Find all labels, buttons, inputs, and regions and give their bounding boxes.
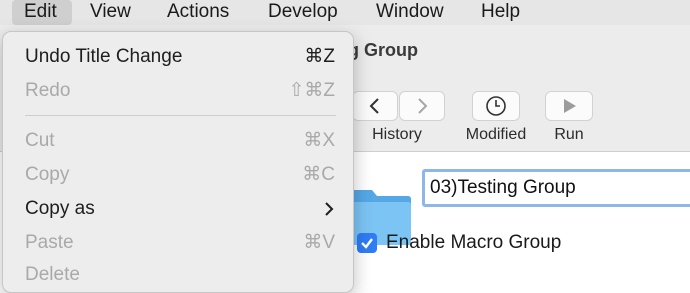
history-label: History <box>372 126 422 143</box>
menu-item-label: Copy <box>25 164 70 185</box>
modified-label: Modified <box>465 126 527 143</box>
play-icon <box>564 99 576 113</box>
menu-item-undo-title-change[interactable]: Undo Title Change ⌘Z <box>3 40 353 74</box>
chevron-left-icon <box>369 98 379 114</box>
edit-menu-dropdown: Undo Title Change ⌘Z Redo ⇧⌘Z Cut ⌘X Cop… <box>2 31 354 293</box>
menu-edit-label: Edit <box>24 1 57 22</box>
menu-item-label: Redo <box>25 80 71 101</box>
history-back-button[interactable] <box>352 91 398 121</box>
run-button[interactable] <box>545 91 593 121</box>
menu-item-shortcut: ⌘X <box>303 130 335 151</box>
menu-develop[interactable]: Develop <box>268 0 338 25</box>
enable-macro-group-label: Enable Macro Group <box>386 232 562 253</box>
menu-item-label: Paste <box>25 232 74 253</box>
checkmark-icon <box>361 238 373 249</box>
menu-item-label: Delete <box>25 264 80 285</box>
menu-item-shortcut: ⇧⌘Z <box>288 80 335 101</box>
menu-help[interactable]: Help <box>481 0 520 25</box>
chevron-right-icon <box>418 98 428 114</box>
menu-actions[interactable]: Actions <box>167 0 229 25</box>
run-label: Run <box>554 126 584 143</box>
menu-item-copy-as[interactable]: Copy as <box>3 192 353 226</box>
menu-item-label: Copy as <box>25 198 95 219</box>
menu-item-copy: Copy ⌘C <box>3 158 353 192</box>
menu-item-delete: Delete <box>3 258 353 292</box>
modified-button[interactable] <box>472 91 520 121</box>
menu-edit[interactable]: Edit <box>12 0 72 25</box>
menu-item-cut: Cut ⌘X <box>3 124 353 158</box>
group-name-input[interactable]: 03)Testing Group <box>422 169 690 207</box>
menu-separator <box>25 115 336 116</box>
menu-item-shortcut: ⌘V <box>303 232 335 253</box>
menu-item-redo: Redo ⇧⌘Z <box>3 74 353 108</box>
submenu-chevron-icon <box>325 202 334 216</box>
menu-item-shortcut: ⌘Z <box>304 46 335 67</box>
menu-view[interactable]: View <box>90 0 131 25</box>
menu-item-shortcut: ⌘C <box>302 164 335 185</box>
menu-item-label: Undo Title Change <box>25 46 183 67</box>
menu-bar: Edit View Actions Develop Window Help <box>0 0 690 25</box>
menu-item-label: Cut <box>25 130 55 151</box>
menu-item-paste: Paste ⌘V <box>3 226 353 260</box>
menu-window[interactable]: Window <box>376 0 444 25</box>
enable-macro-group-checkbox[interactable] <box>357 233 377 253</box>
history-forward-button[interactable] <box>399 91 445 121</box>
clock-icon <box>486 96 506 116</box>
